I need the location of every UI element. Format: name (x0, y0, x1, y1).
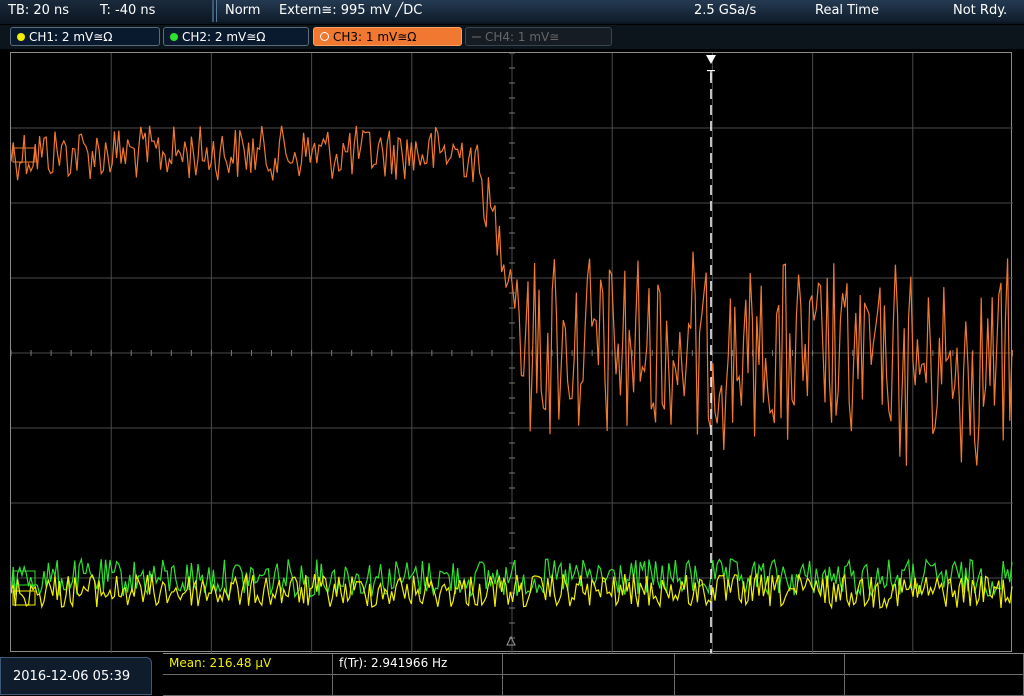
sample-rate: 2.5 GSa/s (694, 3, 757, 18)
timebase-panel[interactable]: TB: 20 ns T: -40 ns (0, 0, 214, 22)
trigger-panel[interactable]: Norm Extern≅: 995 mV ╱DC 2.5 GSa/s Real … (216, 0, 1024, 22)
status-bar: TB: 20 ns T: -40 ns Norm Extern≅: 995 mV… (0, 0, 1024, 24)
channel-3-dot-icon (320, 32, 329, 41)
waveform-display[interactable]: T (10, 52, 1013, 653)
graticule (11, 53, 1013, 653)
channel-2-label: CH2: 2 mV≅Ω (182, 30, 266, 44)
run-status: Not Rdy. (953, 3, 1008, 18)
channel-1-dot-icon (17, 32, 25, 41)
channel-4-button[interactable]: CH4: 1 mV≅ (465, 27, 612, 46)
measurement-slot-4[interactable] (675, 654, 845, 675)
datetime-display: 2016-12-06 05:39 (0, 657, 152, 695)
trigger-source: Extern≅: 995 mV ╱DC (279, 3, 423, 18)
channel-4-off-icon (472, 35, 481, 38)
datetime-text: 2016-12-06 05:39 (13, 669, 131, 684)
measurement-slot-5[interactable] (845, 654, 1024, 675)
channel-3-button[interactable]: CH3: 1 mV≅Ω (313, 27, 462, 46)
measurement-slot-6[interactable] (163, 675, 333, 696)
trigger-mode: Norm (225, 3, 261, 18)
trigger-arrow-icon[interactable] (706, 55, 716, 64)
measurement-slot-9[interactable] (675, 675, 845, 696)
waveform-plot: T (11, 53, 1013, 653)
trigger-marker-label: T (706, 69, 715, 84)
channel-2-button[interactable]: CH2: 2 mV≅Ω (163, 27, 309, 46)
measurement-slot-10[interactable] (845, 675, 1024, 696)
channel-4-label: CH4: 1 mV≅ (485, 30, 560, 44)
timebase-readout: TB: 20 ns (8, 3, 70, 18)
channel-3-label: CH3: 1 mV≅Ω (333, 30, 417, 44)
channel-2-dot-icon (170, 32, 178, 41)
measurement-panel[interactable]: Mean: 216.48 µV f(Tr): 2.941966 Hz (163, 653, 1024, 696)
acquisition-mode: Real Time (815, 3, 879, 18)
measurement-slot-8[interactable] (503, 675, 675, 696)
channel-1-label: CH1: 2 mV≅Ω (29, 30, 113, 44)
measurement-slot-7[interactable] (333, 675, 503, 696)
frequency-measurement[interactable]: f(Tr): 2.941966 Hz (333, 654, 503, 675)
channel-bar: CH1: 2 mV≅Ω CH2: 2 mV≅Ω CH3: 1 mV≅Ω CH4:… (0, 25, 1024, 49)
trigger-offset-readout: T: -40 ns (100, 3, 156, 18)
mean-measurement[interactable]: Mean: 216.48 µV (163, 654, 333, 675)
channel-3-ref-marker-icon[interactable] (12, 147, 36, 163)
measurement-slot-3[interactable] (503, 654, 675, 675)
channel-1-button[interactable]: CH1: 2 mV≅Ω (10, 27, 160, 46)
